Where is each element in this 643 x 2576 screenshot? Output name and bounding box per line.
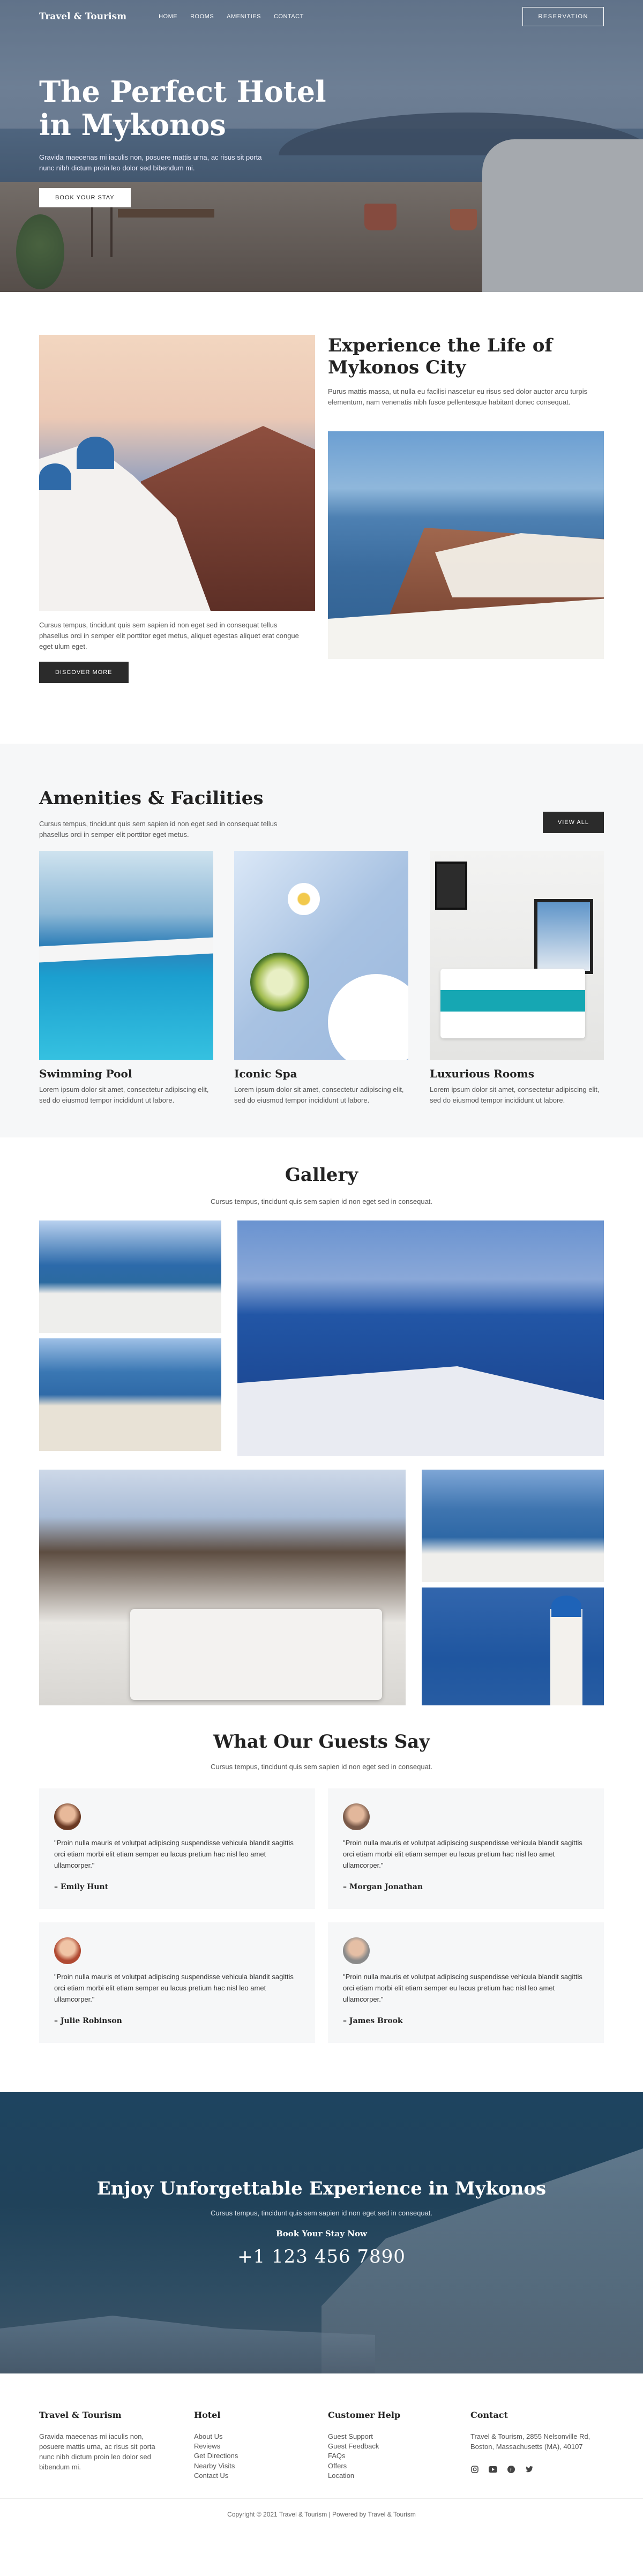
avatar [54,1937,81,1964]
testimonial-author: – Julie Robinson [54,2017,122,2026]
amenities-section: Amenities & Facilities Cursus tempus, ti… [0,744,643,1137]
footer-contact-title: Contact [470,2410,508,2420]
book-your-stay-button[interactable]: BOOK YOUR STAY [39,188,131,208]
footer-brand-title: Travel & Tourism [39,2410,122,2420]
amenity-card[interactable]: Iconic Spa Lorem ipsum dolor sit amet, c… [234,851,408,1106]
avatar [343,1803,370,1830]
testimonial-quote: "Proin nulla mauris et volutpat adipisci… [343,1839,582,1869]
testimonials-text: Cursus tempus, tincidunt quis sem sapien… [210,1763,433,1771]
footer-link[interactable]: Offers [328,2461,435,2471]
room-image [430,851,604,1060]
hero-title: The Perfect Hotel in Mykonos [39,74,326,143]
cta-section: Enjoy Unforgettable Experience in Mykono… [0,2092,643,2373]
footer-contact: Contact Travel & Tourism, 2855 Nelsonvil… [470,2410,604,2474]
hero-text: Gravida maecenas mi iaculis non, posuere… [39,153,262,172]
amenity-text: Lorem ipsum dolor sit amet, consectetur … [39,1085,209,1105]
cta-text: Cursus tempus, tincidunt quis sem sapien… [210,2209,433,2217]
experience-title: Experience the Life of Mykonos City [328,335,553,378]
footer-contact-text: Travel & Tourism, 2855 Nelsonville Rd, B… [470,2432,590,2451]
footer-brand: Travel & Tourism Gravida maecenas mi iac… [39,2410,168,2472]
amenity-title: Luxurious Rooms [430,1067,535,1080]
nav-link-home[interactable]: HOME [159,13,177,20]
gallery-section: Gallery Cursus tempus, tincidunt quis se… [0,1137,643,1721]
facebook-icon[interactable]: f [507,2465,515,2474]
view-all-button[interactable]: VIEW ALL [542,812,604,833]
amenity-text: Lorem ipsum dolor sit amet, consectetur … [430,1085,600,1105]
amenity-title: Swimming Pool [39,1067,132,1080]
footer-hotel: Hotel About Us Reviews Get Directions Ne… [194,2410,301,2481]
amenity-card[interactable]: Luxurious Rooms Lorem ipsum dolor sit am… [430,851,604,1106]
experience-section: Cursus tempus, tincidunt quis sem sapien… [0,292,643,744]
footer-link[interactable]: Guest Feedback [328,2442,435,2451]
gallery-image[interactable] [422,1587,604,1705]
social-links: f [470,2465,604,2474]
terrace-sea-view-image [328,431,604,659]
gallery-image[interactable] [39,1338,221,1451]
testimonial-card: "Proin nulla mauris et volutpat adipisci… [328,1788,604,1909]
instagram-icon[interactable] [470,2465,479,2474]
footer-link[interactable]: Location [328,2471,435,2481]
gallery-image[interactable] [422,1470,604,1582]
nav-link-rooms[interactable]: ROOMS [190,13,214,20]
hero-content: The Perfect Hotel in Mykonos Gravida mae… [39,74,339,208]
amenity-card[interactable]: Swimming Pool Lorem ipsum dolor sit amet… [39,851,213,1106]
footer-help-title: Customer Help [328,2410,401,2420]
footer-brand-text: Gravida maecenas mi iaculis non, posuere… [39,2432,155,2471]
footer-link[interactable]: Guest Support [328,2432,435,2442]
footer-hotel-title: Hotel [194,2410,221,2420]
amenity-text: Lorem ipsum dolor sit amet, consectetur … [234,1085,404,1105]
footer-link[interactable]: Nearby Visits [194,2461,301,2471]
footer-link[interactable]: About Us [194,2432,301,2442]
santorini-sunset-image [39,335,315,611]
footer-link[interactable]: Contact Us [194,2471,301,2481]
testimonial-quote: "Proin nulla mauris et volutpat adipisci… [343,1973,582,2003]
experience-secondary-text: Cursus tempus, tincidunt quis sem sapien… [39,621,299,651]
footer-link[interactable]: FAQs [328,2451,435,2461]
avatar [54,1803,81,1830]
amenities-title: Amenities & Facilities [39,788,264,809]
discover-more-button[interactable]: DISCOVER MORE [39,662,129,684]
testimonials-section: What Our Guests Say Cursus tempus, tinci… [0,1721,643,2092]
amenities-text: Cursus tempus, tincidunt quis sem sapien… [39,820,278,839]
twitter-icon[interactable] [525,2465,534,2474]
hero-section: Travel & Tourism HOME ROOMS AMENITIES CO… [0,0,643,292]
gallery-text: Cursus tempus, tincidunt quis sem sapien… [210,1197,433,1205]
testimonial-card: "Proin nulla mauris et volutpat adipisci… [328,1922,604,2043]
top-nav: Travel & Tourism HOME ROOMS AMENITIES CO… [0,0,643,33]
cta-phone[interactable]: +1 123 456 7890 [0,2246,643,2267]
testimonial-card: "Proin nulla mauris et volutpat adipisci… [39,1788,315,1909]
experience-text: Purus mattis massa, ut nulla eu facilisi… [328,387,588,406]
footer-link[interactable]: Reviews [194,2442,301,2451]
nav-links: HOME ROOMS AMENITIES CONTACT [159,13,304,20]
nav-link-contact[interactable]: CONTACT [274,13,304,20]
footer-link[interactable]: Get Directions [194,2451,301,2461]
gallery-title: Gallery [285,1164,358,1186]
reservation-button[interactable]: RESERVATION [522,7,604,26]
site-logo[interactable]: Travel & Tourism [39,11,126,22]
spa-image [234,851,408,1060]
gallery-image[interactable] [39,1470,406,1705]
testimonials-title: What Our Guests Say [213,1731,430,1753]
testimonial-author: – James Brook [343,2017,403,2026]
footer-help: Customer Help Guest Support Guest Feedba… [328,2410,435,2481]
cta-book-label: Book Your Stay Now [276,2229,367,2238]
gallery-image[interactable] [237,1220,604,1456]
gallery-image[interactable] [39,1220,221,1333]
amenity-title: Iconic Spa [234,1067,297,1080]
swimming-pool-image [39,851,213,1060]
footer: Travel & Tourism Gravida maecenas mi iac… [0,2373,643,2529]
testimonial-quote: "Proin nulla mauris et volutpat adipisci… [54,1839,294,1869]
testimonial-author: – Emily Hunt [54,1883,109,1892]
testimonial-card: "Proin nulla mauris et volutpat adipisci… [39,1922,315,2043]
youtube-icon[interactable] [489,2465,497,2474]
avatar [343,1937,370,1964]
testimonial-quote: "Proin nulla mauris et volutpat adipisci… [54,1973,294,2003]
cta-title: Enjoy Unforgettable Experience in Mykono… [96,2178,547,2199]
copyright: Copyright © 2021 Travel & Tourism | Powe… [0,2498,643,2518]
nav-link-amenities[interactable]: AMENITIES [227,13,261,20]
testimonial-author: – Morgan Jonathan [343,1883,423,1892]
